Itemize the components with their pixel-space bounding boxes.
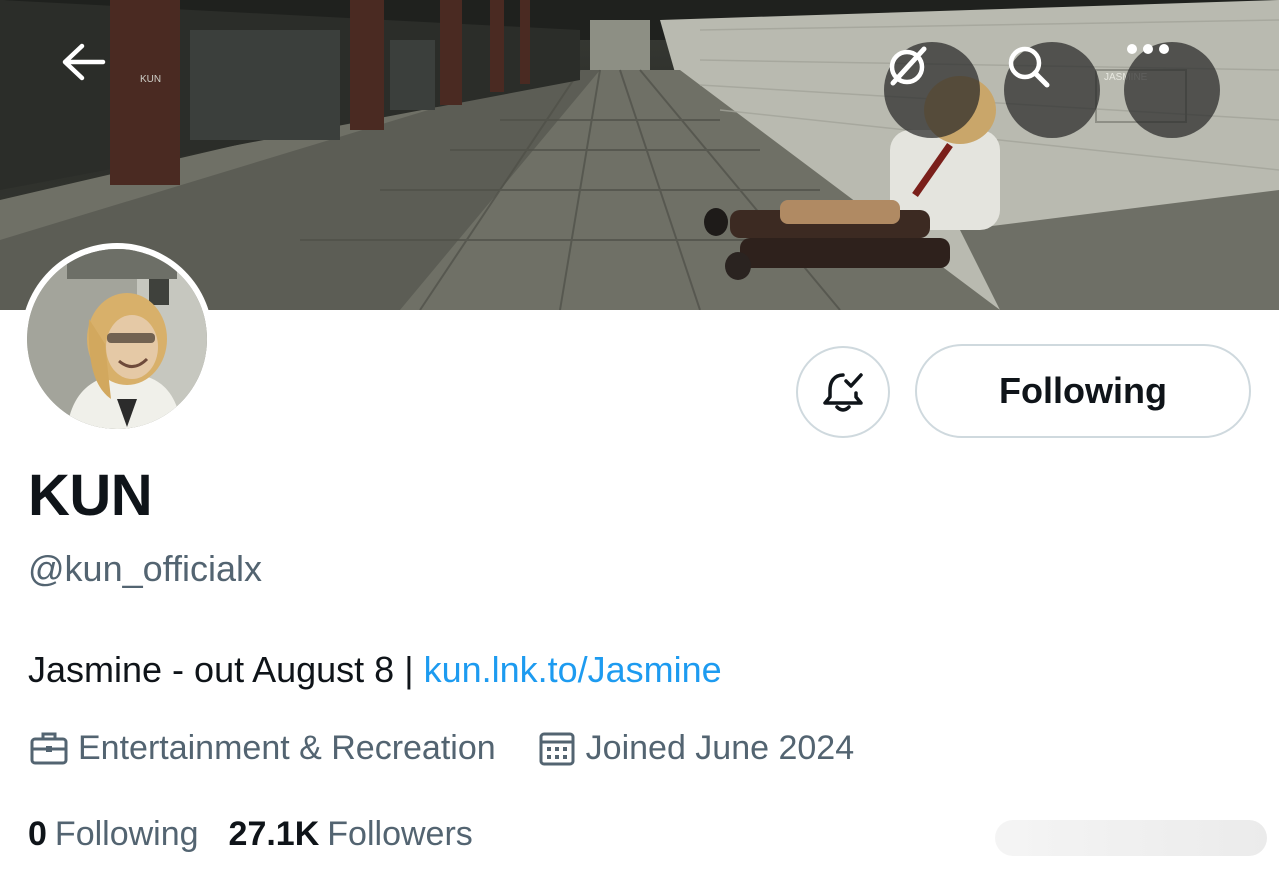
following-stat[interactable]: 0 Following — [28, 815, 199, 854]
slash-circle-icon — [889, 46, 927, 86]
profile-banner[interactable]: JASMINE KUN — [0, 0, 1279, 310]
bell-check-icon — [823, 373, 863, 412]
watermark-overlay — [995, 820, 1267, 856]
display-name: KUN — [28, 463, 153, 528]
more-icon — [1127, 44, 1169, 54]
search-icon — [1008, 46, 1050, 88]
profile-meta: Entertainment & Recreation Joined June 2… — [28, 724, 854, 772]
avatar[interactable] — [21, 243, 213, 435]
bio-link[interactable]: kun.lnk.to/Jasmine — [424, 649, 722, 690]
followers-stat-label: Followers — [327, 814, 473, 853]
following-count: 0 — [28, 814, 47, 853]
joined-label: Joined June 2024 — [585, 728, 855, 767]
notifications-button[interactable] — [796, 346, 890, 438]
avatar-photo — [27, 249, 207, 429]
category-item: Entertainment & Recreation — [28, 727, 496, 769]
profile-stats: 0 Following 27.1K Followers — [28, 810, 473, 858]
bio-text: Jasmine - out August 8 | — [28, 649, 424, 690]
arrow-left-icon — [62, 43, 106, 81]
calendar-icon — [536, 727, 578, 769]
followers-stat[interactable]: 27.1K Followers — [229, 815, 473, 854]
back-button[interactable] — [60, 42, 156, 138]
handle: @kun_officialx — [28, 548, 262, 589]
briefcase-icon — [28, 727, 70, 769]
followers-count: 27.1K — [228, 814, 320, 853]
banner-image: JASMINE KUN — [0, 0, 1279, 310]
following-button[interactable]: Following — [915, 344, 1251, 438]
avatar-image — [27, 249, 207, 429]
following-stat-label: Following — [54, 814, 199, 853]
more-button[interactable] — [1124, 42, 1220, 138]
category-label: Entertainment & Recreation — [78, 728, 496, 767]
bio: Jasmine - out August 8 | kun.lnk.to/Jasm… — [28, 646, 722, 694]
joined-item: Joined June 2024 — [536, 727, 854, 769]
search-button[interactable] — [1004, 42, 1100, 138]
grok-button[interactable] — [884, 42, 980, 138]
profile-page: JASMINE KUN — [0, 0, 1279, 875]
